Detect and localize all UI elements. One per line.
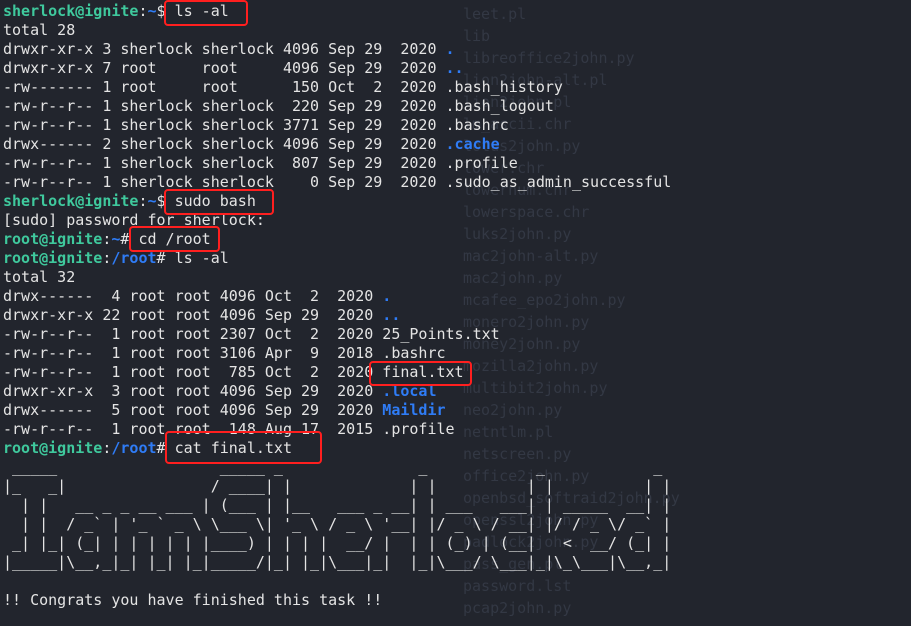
- terminal-text: -rw-r--r-- 1 sherlock sherlock 807 Sep 2…: [3, 154, 518, 172]
- terminal-text: $: [156, 2, 175, 20]
- output-line: drwxr-xr-x 3 root root 4096 Sep 29 2020 …: [3, 382, 671, 401]
- ascii-art-line: | | __ _ _ __ ___ | (___ | |__ ___ _ __|…: [3, 496, 671, 515]
- prompt-path: ~: [147, 192, 157, 210]
- terminal-text: cat final.txt: [174, 439, 292, 457]
- terminal-text: drwx------ 2 sherlock sherlock 4096 Sep …: [3, 135, 446, 153]
- output-line: -rw-r--r-- 1 sherlock sherlock 0 Sep 29 …: [3, 173, 671, 192]
- ascii-art-line: |_____|\__,_|_| |_| |_|_____/|_| |_|\___…: [3, 553, 671, 572]
- output-line: -rw-r--r-- 1 sherlock sherlock 220 Sep 2…: [3, 97, 671, 116]
- terminal-text: -rw-r--r-- 1 root root 785 Oct 2 2020 fi…: [3, 363, 464, 381]
- prompt-user-host: root@ignite: [3, 439, 103, 457]
- directory-name: .: [445, 40, 455, 58]
- output-line: -rw------- 1 root root 150 Oct 2 2020 .b…: [3, 78, 671, 97]
- output-line: -rw-r--r-- 1 sherlock sherlock 807 Sep 2…: [3, 154, 671, 173]
- output-line: -rw-r--r-- 1 root root 3106 Apr 9 2018 .…: [3, 344, 671, 363]
- ascii-art-line: _____ _____ _ _ _ _: [3, 458, 671, 477]
- prompt-path: /root: [111, 439, 157, 457]
- output-line: total 28: [3, 21, 671, 40]
- output-line: drwx------ 5 root root 4096 Sep 29 2020 …: [3, 401, 671, 420]
- terminal-text: -rw-r--r-- 1 sherlock sherlock 220 Sep 2…: [3, 97, 554, 115]
- terminal-text: $: [156, 192, 175, 210]
- prompt-user-host: root@ignite: [3, 230, 103, 248]
- directory-name: Maildir: [382, 401, 446, 419]
- output-line: -rw-r--r-- 1 root root 148 Aug 17 2015 .…: [3, 420, 671, 439]
- directory-name: .: [382, 287, 392, 305]
- terminal-text: -rw-r--r-- 1 root root 3106 Apr 9 2018 .…: [3, 344, 446, 362]
- output-line: !! Congrats you have finished this task …: [3, 591, 671, 610]
- output-line: drwx------ 4 root root 4096 Oct 2 2020 .: [3, 287, 671, 306]
- ascii-art-text: _____ _____ _ _ _ _: [3, 458, 672, 476]
- prompt-path: ~: [147, 2, 157, 20]
- ascii-art-text: |_____|\__,_|_| |_| |_|_____/|_| |_|\___…: [3, 553, 672, 571]
- directory-name: ..: [382, 306, 401, 324]
- prompt-line: root@ignite:/root# ls -al: [3, 249, 671, 268]
- output-line: drwxr-xr-x 3 sherlock sherlock 4096 Sep …: [3, 40, 671, 59]
- ascii-art-line: |_ _| / ____| | | | | | | |: [3, 477, 671, 496]
- terminal-text: -rw-r--r-- 1 sherlock sherlock 3771 Sep …: [3, 116, 509, 134]
- ascii-art-line: _| |_| (_| | | | | | |____) | | | | __/ …: [3, 534, 671, 553]
- ascii-art-line: | | / _` | '_ ` _ \ \___ \| '_ \ / _ \ '…: [3, 515, 671, 534]
- prompt-line: sherlock@ignite:~$ sudo bash: [3, 192, 671, 211]
- terminal-text: #: [120, 230, 139, 248]
- directory-name: .local: [382, 382, 437, 400]
- directory-name: .cache: [445, 135, 500, 153]
- prompt-line: sherlock@ignite:~$ ls -al: [3, 2, 671, 21]
- ascii-art-text: | | / _` | '_ ` _ \ \___ \| '_ \ / _ \ '…: [3, 515, 672, 533]
- terminal-text: [sudo] password for sherlock:: [3, 211, 265, 229]
- prompt-user-host: sherlock@ignite: [3, 192, 139, 210]
- directory-name: ..: [445, 59, 464, 77]
- terminal-text: ls -al: [174, 2, 229, 20]
- prompt-user-host: sherlock@ignite: [3, 2, 139, 20]
- output-line: drwx------ 2 sherlock sherlock 4096 Sep …: [3, 135, 671, 154]
- terminal-text: sudo bash: [174, 192, 256, 210]
- terminal-text: drwxr-xr-x 3 root root 4096 Sep 29 2020: [3, 382, 383, 400]
- terminal-text: -rw-r--r-- 1 root root 2307 Oct 2 2020 2…: [3, 325, 500, 343]
- prompt-line: root@ignite:~# cd /root: [3, 230, 671, 249]
- prompt-user-host: root@ignite: [3, 249, 103, 267]
- terminal-text: total 28: [3, 21, 76, 39]
- ascii-art-text: | | __ _ _ __ ___ | (___ | |__ ___ _ __|…: [3, 496, 672, 514]
- output-line: drwxr-xr-x 22 root root 4096 Sep 29 2020…: [3, 306, 671, 325]
- output-line: [sudo] password for sherlock:: [3, 211, 671, 230]
- terminal-text: #: [156, 439, 175, 457]
- terminal-text: :: [138, 192, 148, 210]
- output-line: -rw-r--r-- 1 sherlock sherlock 3771 Sep …: [3, 116, 671, 135]
- output-line: total 32: [3, 268, 671, 287]
- prompt-path: /root: [111, 249, 157, 267]
- terminal-output[interactable]: sherlock@ignite:~$ ls -al total 28 drwxr-x…: [3, 2, 671, 610]
- terminal-text: !! Congrats you have finished this task …: [3, 591, 383, 609]
- output-line: drwxr-xr-x 7 root root 4096 Sep 29 2020 …: [3, 59, 671, 78]
- terminal-text: drwxr-xr-x 22 root root 4096 Sep 29 2020: [3, 306, 383, 324]
- output-line: -rw-r--r-- 1 root root 785 Oct 2 2020 fi…: [3, 363, 671, 382]
- terminal-text: ls -al: [174, 249, 229, 267]
- output-line: -rw-r--r-- 1 root root 2307 Oct 2 2020 2…: [3, 325, 671, 344]
- terminal-text: -rw-r--r-- 1 sherlock sherlock 0 Sep 29 …: [3, 173, 672, 191]
- terminal-text: -rw-r--r-- 1 root root 148 Aug 17 2015 .…: [3, 420, 455, 438]
- terminal-text: drwx------ 5 root root 4096 Sep 29 2020: [3, 401, 383, 419]
- terminal-text: drwxr-xr-x 3 sherlock sherlock 4096 Sep …: [3, 40, 446, 58]
- terminal-text: :: [138, 2, 148, 20]
- ascii-art-text: _| |_| (_| | | | | | |____) | | | | __/ …: [3, 534, 672, 552]
- terminal-text: total 32: [3, 268, 76, 286]
- terminal-text: drwxr-xr-x 7 root root 4096 Sep 29 2020: [3, 59, 446, 77]
- terminal-text: #: [156, 249, 175, 267]
- ascii-art-text: |_ _| / ____| | | | | | | |: [3, 477, 672, 495]
- terminal-text: -rw------- 1 root root 150 Oct 2 2020 .b…: [3, 78, 563, 96]
- terminal-text: cd /root: [138, 230, 211, 248]
- terminal-text: drwx------ 4 root root 4096 Oct 2 2020: [3, 287, 383, 305]
- prompt-line: root@ignite:/root# cat final.txt: [3, 439, 671, 458]
